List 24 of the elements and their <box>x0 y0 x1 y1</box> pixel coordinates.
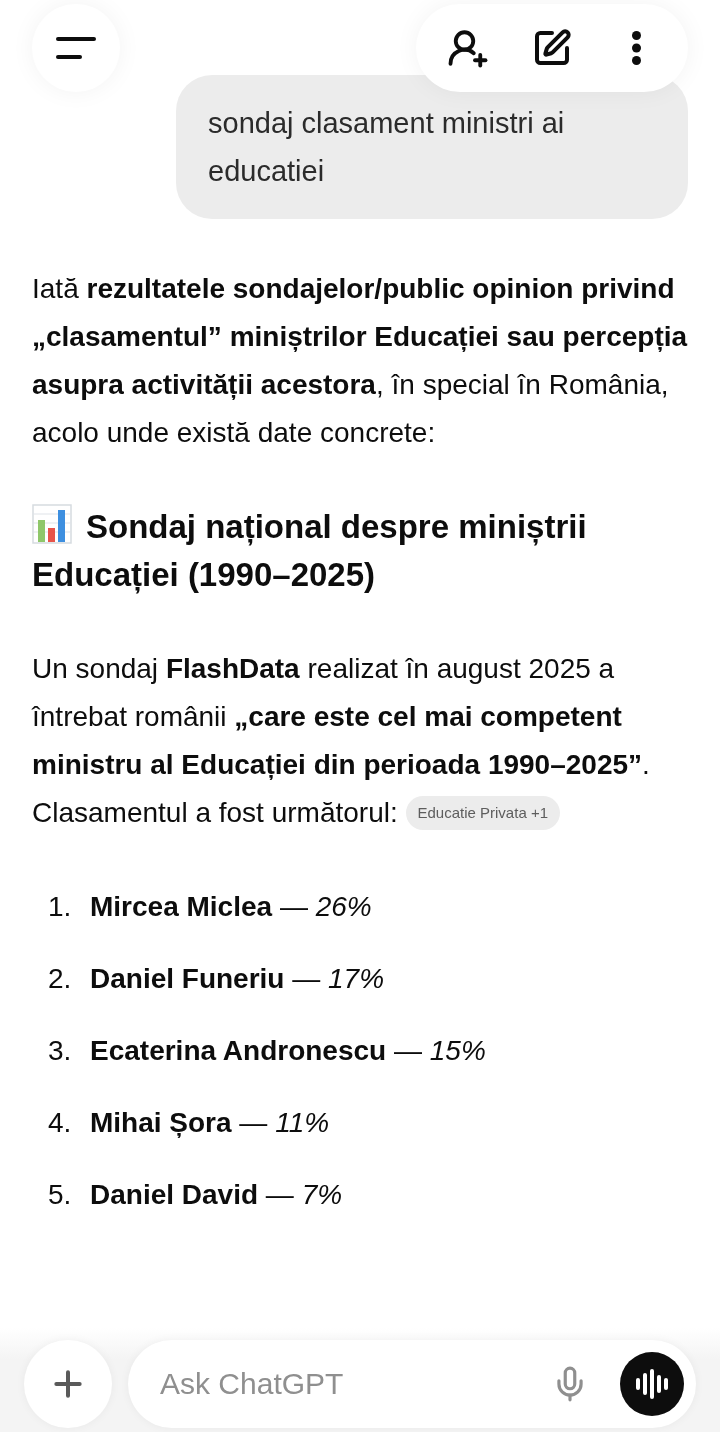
section-heading: Sondaj național despre miniștrii Educației (1990–2025) <box>32 503 688 599</box>
voice-mode-button[interactable] <box>620 1352 684 1416</box>
intro-paragraph: Iată rezultatele sondajelor/public opinion privind „clasamentul” miniștrilor Educației sau percepția asupra activității acestora, în special în România, acolo unde există date concrete: <box>32 272 688 450</box>
rank-number: 3. <box>48 1034 73 1068</box>
rank-number: 2. <box>48 962 73 996</box>
rank-entry: Daniel David — 7% <box>90 1178 343 1212</box>
rank-entry: Daniel Funeriu — 17% <box>90 962 385 996</box>
sound-wave-icon <box>635 1369 669 1399</box>
rank-number: 4. <box>48 1106 73 1140</box>
edit-icon <box>532 28 572 68</box>
user-message-bubble: sondaj clasament ministri ai educatiei <box>176 75 688 219</box>
menu-icon <box>56 36 96 60</box>
bar-chart-icon <box>32 504 72 544</box>
rank-number: 1. <box>48 890 73 924</box>
message-input[interactable]: Ask ChatGPT <box>160 1356 546 1412</box>
rank-entry: Mircea Miclea — 26% <box>90 890 372 924</box>
rank-number: 5. <box>48 1178 73 1212</box>
more-icon <box>631 31 641 65</box>
survey-paragraph: Un sondaj FlashData realizat în august 2025 a întrebat românii „care este cel mai competent ministru al Educației din perioada 1990–2025”. Clasamentul a fost următorul: Educatie Privata +1 <box>32 652 651 832</box>
source-chip[interactable]: Educatie Privata +1 <box>405 796 560 830</box>
message-field[interactable]: Ask ChatGPT <box>128 1340 696 1428</box>
rank-entry: Ecaterina Andronescu — 15% <box>90 1034 486 1068</box>
add-person-icon <box>447 27 489 69</box>
rank-entry: Mihai Șora — 11% <box>90 1106 330 1140</box>
